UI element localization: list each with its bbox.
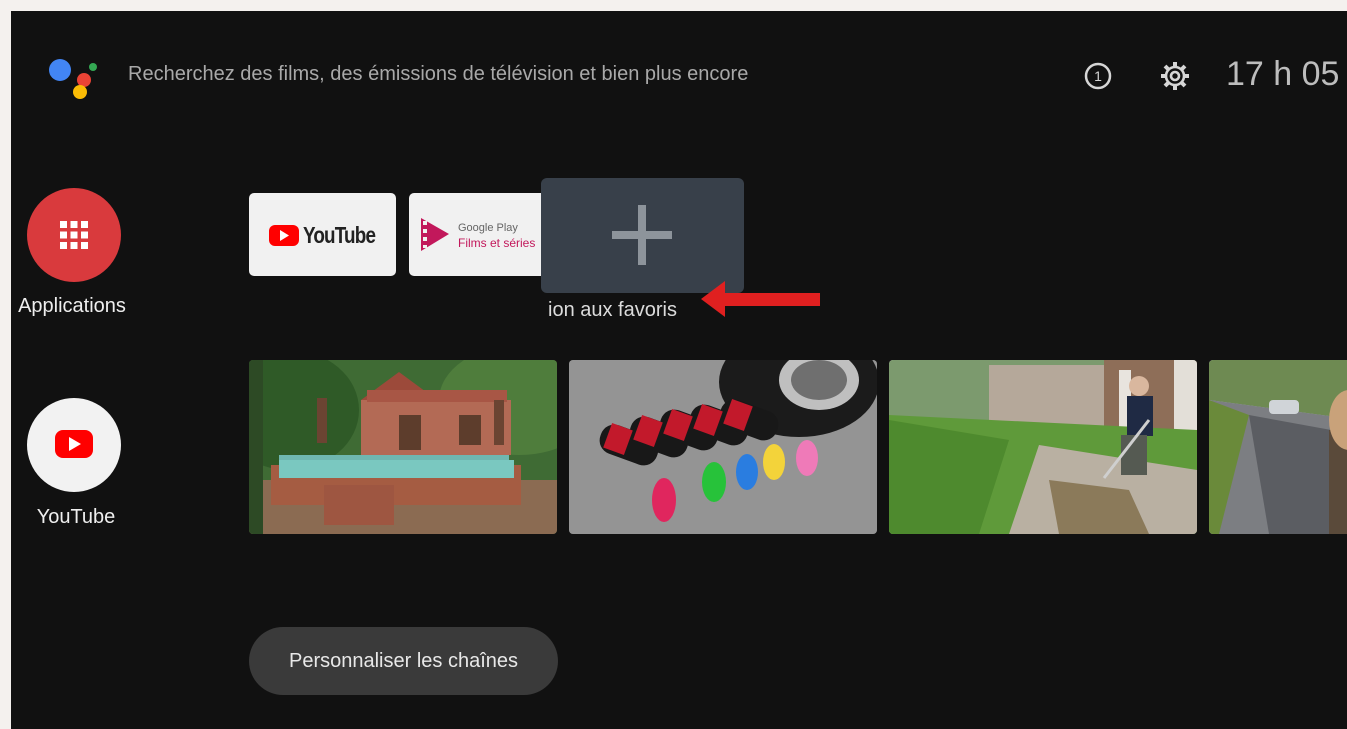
- arrow-left-icon: [701, 281, 820, 317]
- play-tile-line1: Google Play: [458, 222, 518, 234]
- youtube-wordmark: YouTube: [303, 222, 376, 248]
- customize-channels-label: Personnaliser les chaînes: [288, 649, 518, 672]
- info-icon[interactable]: 1: [1083, 61, 1113, 91]
- video-thumbnail-2[interactable]: [569, 360, 877, 534]
- youtube-app-tile[interactable]: YouTube: [249, 193, 396, 276]
- play-tile-line2: Films et séries: [458, 236, 536, 250]
- google-assistant-icon[interactable]: [49, 55, 99, 99]
- plus-icon: [612, 205, 672, 265]
- add-favorite-caption: ion aux favoris: [548, 299, 677, 321]
- youtube-channel-button[interactable]: [27, 398, 121, 492]
- apps-button[interactable]: [27, 188, 121, 282]
- youtube-play-icon: [55, 430, 93, 458]
- gear-icon[interactable]: [1159, 60, 1191, 92]
- tv-home-screen: Recherchez des films, des émissions de t…: [11, 11, 1347, 729]
- add-favorite-tile[interactable]: [541, 178, 744, 293]
- google-play-movies-tile[interactable]: Google Play Films et séries: [409, 193, 556, 276]
- clock: 17 h 05: [1226, 55, 1340, 93]
- play-movies-icon: [421, 218, 449, 251]
- svg-text:1: 1: [1094, 68, 1102, 84]
- search-input[interactable]: Recherchez des films, des émissions de t…: [128, 63, 748, 86]
- customize-channels-button[interactable]: Personnaliser les chaînes: [249, 627, 558, 695]
- apps-label: Applications: [18, 295, 126, 317]
- video-thumbnail-1[interactable]: [249, 360, 557, 534]
- youtube-label: YouTube: [36, 506, 116, 528]
- video-thumbnail-3[interactable]: [889, 360, 1197, 534]
- video-thumbnail-4[interactable]: [1209, 360, 1347, 534]
- grid-apps-icon: [60, 221, 88, 249]
